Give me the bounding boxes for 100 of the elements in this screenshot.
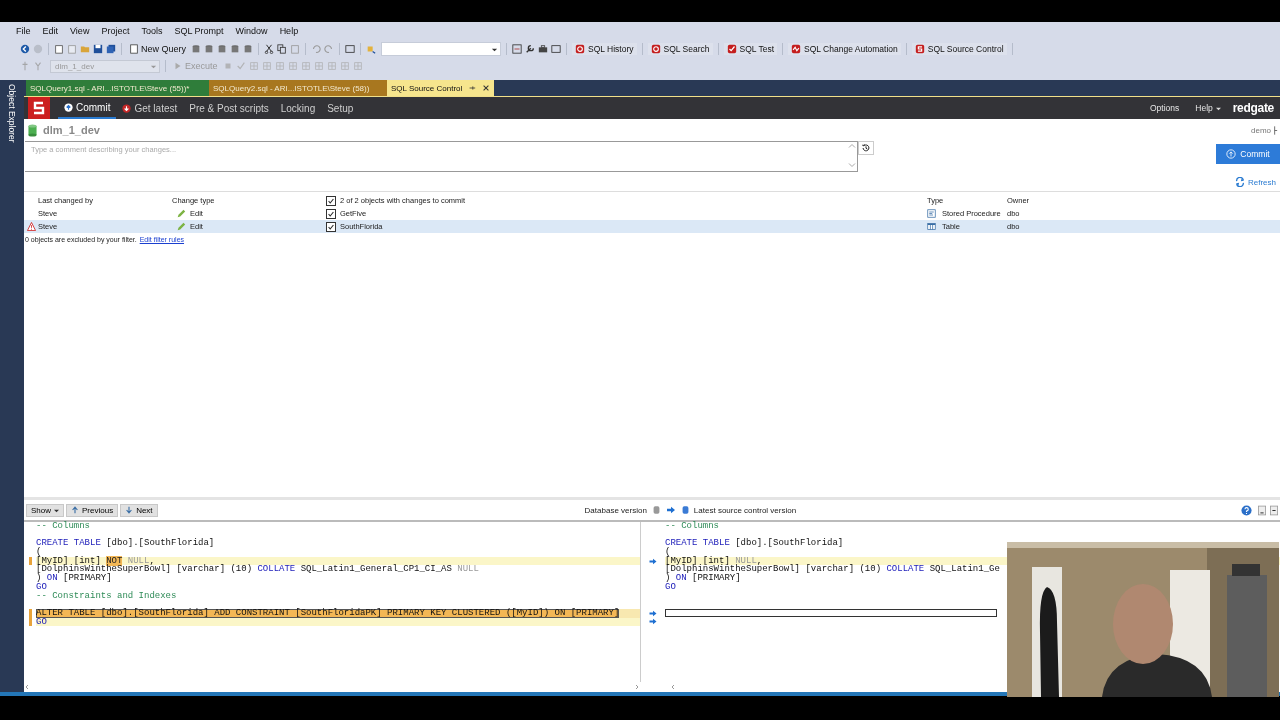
document-tab[interactable]: SQLQuery1.sql - ARI...ISTOTLE\Steve (55))* [26, 80, 209, 96]
row-checkbox[interactable] [326, 221, 336, 232]
cut-icon[interactable] [264, 44, 274, 54]
database-query-icon[interactable] [217, 44, 227, 54]
menu-item[interactable]: Edit [36, 26, 65, 36]
tool-logo-icon [914, 44, 925, 54]
tool-button[interactable]: SQL History [572, 43, 637, 55]
menu-item[interactable]: SQL Prompt [168, 26, 230, 36]
wrench-icon[interactable] [525, 44, 535, 54]
find-icon[interactable] [366, 44, 376, 54]
caret-icon [54, 507, 59, 513]
commit-button[interactable]: Commit [1216, 144, 1280, 164]
tool-button[interactable]: SQL Change Automation [788, 43, 901, 55]
row-checkbox[interactable] [326, 208, 336, 219]
code-line: ) ON [PRIMARY] [665, 574, 741, 583]
play-icon [173, 61, 183, 71]
upload-icon [64, 102, 73, 112]
connect-icon[interactable] [20, 61, 30, 71]
tool-button[interactable]: SQL Source Control [911, 43, 1007, 55]
undo-icon[interactable] [311, 44, 321, 54]
object-explorer-tab[interactable]: Object Explorer [7, 84, 17, 154]
caret-icon [1215, 105, 1221, 111]
menu-item[interactable]: Help [273, 26, 305, 36]
back-icon[interactable] [20, 44, 30, 54]
code-line: ( [36, 548, 42, 557]
database-icon [681, 505, 689, 515]
menu-item[interactable]: View [64, 26, 96, 36]
copy-icon[interactable] [277, 44, 287, 54]
pin-icon[interactable] [468, 84, 477, 92]
pane-title: Latest source control version [693, 505, 797, 515]
pencil-icon [176, 208, 186, 219]
menu-item[interactable]: Project [95, 26, 136, 36]
window-icon[interactable] [345, 44, 355, 54]
upload-icon [1226, 149, 1237, 159]
redo-icon[interactable] [324, 44, 334, 54]
save-icon[interactable] [93, 44, 103, 54]
console-icon[interactable] [551, 44, 561, 54]
tool-button[interactable]: SQL Search [647, 43, 713, 55]
code-line: GO [665, 582, 676, 592]
code-line: GO [36, 617, 47, 627]
code-line: -- Columns [36, 522, 90, 531]
database-query-icon[interactable] [243, 44, 253, 54]
code-line: GO [36, 582, 47, 592]
code-line: -- Columns [665, 522, 719, 531]
document-tab[interactable]: SQL Source Control [387, 80, 495, 96]
help-icon[interactable] [1241, 504, 1252, 516]
menu-item[interactable]: Tools [135, 26, 169, 36]
scrollbar[interactable] [848, 142, 856, 169]
document-icon [129, 44, 139, 54]
brand-logo: redgate [1231, 101, 1275, 115]
database-name: dlm_1_dev [43, 124, 100, 136]
nav-tab[interactable]: Locking [274, 97, 322, 119]
add-file-icon[interactable] [67, 44, 77, 54]
save-all-icon[interactable] [106, 44, 116, 54]
tool-button[interactable]: SQL Test [723, 43, 778, 55]
layout-icon[interactable] [1270, 504, 1278, 516]
database-query-icon[interactable] [204, 44, 214, 54]
procedure-icon [927, 209, 936, 218]
refresh-icon [1235, 177, 1245, 187]
check-icon[interactable] [235, 61, 246, 71]
document-tab[interactable]: SQLQuery2.sql - ARI...ISTOTLE\Steve (58)) [209, 80, 387, 96]
up-arrow-icon [71, 506, 79, 514]
find-field[interactable] [381, 42, 501, 56]
database-icon [28, 123, 37, 137]
tool-logo-icon [650, 44, 661, 54]
next-button[interactable]: Next [120, 503, 158, 517]
menu-item[interactable]: Window [229, 26, 274, 36]
tool-logo-icon [726, 44, 737, 54]
nav-tab[interactable]: Get latest [116, 97, 184, 119]
download-icon [122, 103, 132, 113]
code-line: ) ON [PRIMARY] [36, 574, 112, 583]
branch-icon [1273, 124, 1278, 136]
history-button[interactable] [858, 141, 874, 155]
nav-tab[interactable]: Setup [321, 97, 360, 119]
previous-button[interactable]: Previous [66, 503, 119, 517]
help-menu[interactable]: Help [1187, 97, 1229, 119]
refresh-link[interactable]: Refresh [1229, 176, 1280, 188]
pane-title: Database version [584, 505, 647, 515]
table-icon [927, 222, 936, 231]
code-line: ( [665, 548, 671, 557]
menu-item[interactable]: File [10, 26, 37, 36]
database-query-icon[interactable] [230, 44, 240, 54]
close-icon[interactable] [482, 84, 491, 92]
code-line: -- Constraints and Indexes [36, 591, 177, 601]
disconnect-icon[interactable] [33, 61, 43, 71]
tool-logo-icon [575, 44, 585, 54]
new-query-button[interactable]: New Query [127, 44, 188, 54]
database-query-icon[interactable] [191, 44, 201, 54]
pencil-icon [176, 221, 186, 232]
show-dropdown[interactable]: Show [26, 503, 64, 517]
database-icon [652, 505, 660, 515]
minimize-icon[interactable] [1258, 504, 1266, 516]
new-project-icon[interactable] [54, 44, 64, 54]
select-all-checkbox[interactable] [326, 195, 336, 206]
down-arrow-icon [125, 506, 134, 514]
nav-tab[interactable]: Pre & Post scripts [183, 97, 275, 119]
toolbox-icon[interactable] [538, 44, 548, 54]
branch-name: demo [1251, 125, 1271, 135]
tool-logo-icon [791, 44, 802, 54]
options-link[interactable]: Options [1141, 97, 1188, 119]
